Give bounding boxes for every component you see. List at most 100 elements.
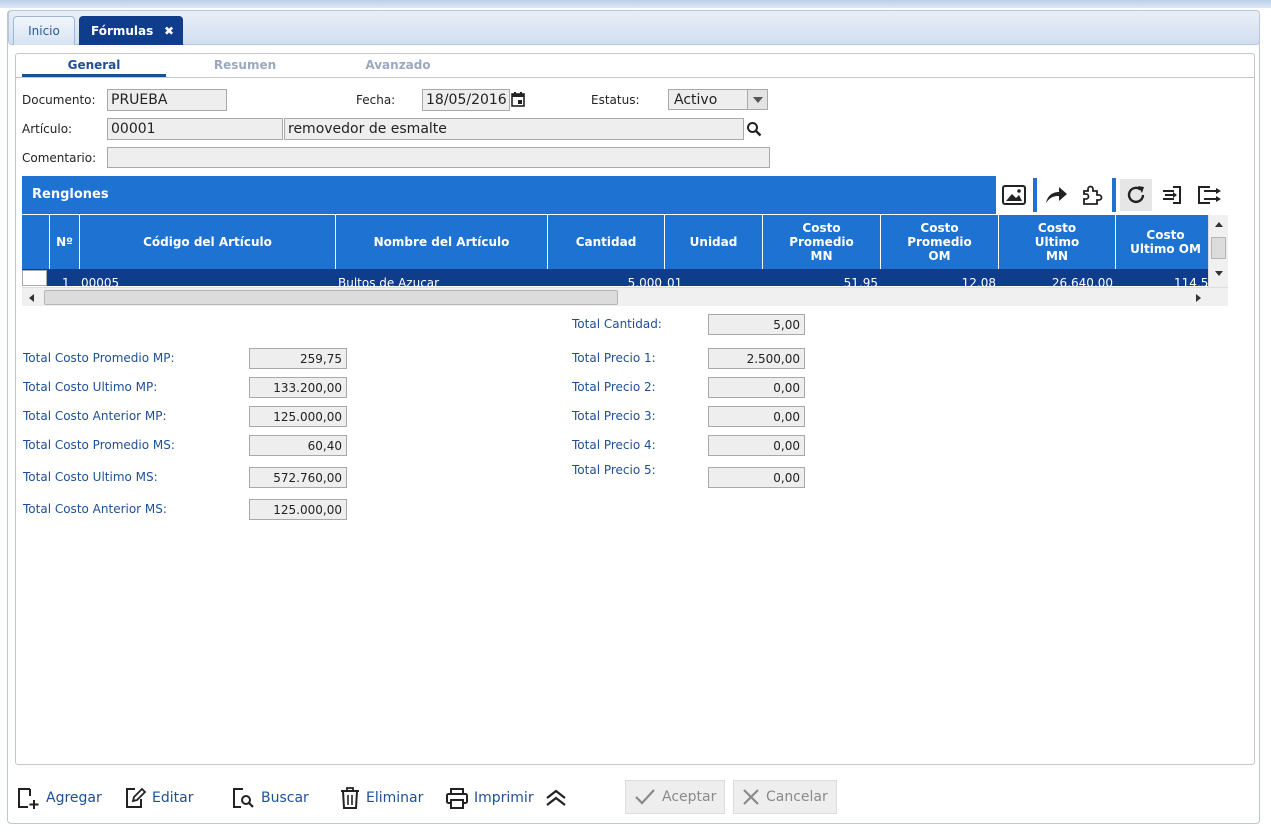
scroll-thumb[interactable] <box>1211 237 1226 259</box>
fecha-field[interactable]: 18/05/2016 <box>422 89 510 111</box>
aceptar-label: Aceptar <box>662 789 717 805</box>
trash-icon <box>341 787 359 809</box>
share-arrow-icon[interactable] <box>1040 179 1072 211</box>
agregar-label: Agregar <box>46 790 102 806</box>
collapse-button[interactable] <box>544 784 574 812</box>
col-header-costo-promedio-om[interactable]: Costo Promedio OM <box>881 215 999 269</box>
total-costo-anterior-ms-label: Total Costo Anterior MS: <box>23 502 167 516</box>
eliminar-label: Eliminar <box>366 790 424 806</box>
total-costo-promedio-ms-field: 60,40 <box>249 435 347 456</box>
col-header-codigo[interactable]: Código del Artículo <box>80 215 336 269</box>
subtab-avanzado[interactable]: Avanzado <box>326 58 470 72</box>
eliminar-button[interactable]: Eliminar <box>340 784 423 812</box>
double-chevron-up-icon <box>546 789 566 806</box>
cell-cantidad: 5,000 <box>627 276 662 286</box>
image-icon[interactable] <box>998 179 1030 211</box>
action-bar: Agregar Editar Buscar Eliminar Imprimir … <box>0 770 1271 830</box>
estatus-select[interactable]: Activo <box>668 89 768 110</box>
tab-inicio[interactable]: Inicio <box>13 16 75 45</box>
puzzle-icon[interactable] <box>1076 179 1108 211</box>
estatus-label: Estatus: <box>591 93 640 107</box>
col-header-no[interactable]: Nº <box>50 215 80 269</box>
total-precio-3-field: 0,00 <box>708 406 805 427</box>
printer-icon <box>446 788 468 809</box>
total-cantidad-label: Total Cantidad: <box>572 317 662 331</box>
total-precio-5-field: 0,00 <box>708 467 805 488</box>
total-costo-promedio-mp-label: Total Costo Promedio MP: <box>23 351 175 365</box>
comentario-label: Comentario: <box>22 151 97 165</box>
col-header-nombre[interactable]: Nombre del Artículo <box>336 215 548 269</box>
comentario-field[interactable] <box>107 147 770 168</box>
add-icon <box>18 788 39 809</box>
subtab-resumen[interactable]: Resumen <box>173 58 317 72</box>
tab-formulas-label: Fórmulas <box>91 24 154 38</box>
editar-button[interactable]: Editar <box>124 784 193 812</box>
total-costo-anterior-mp-label: Total Costo Anterior MP: <box>23 409 167 423</box>
grid-toolbar <box>996 176 1228 214</box>
articulo-label: Artículo: <box>22 122 73 136</box>
articulo-name-field[interactable]: removedor de esmalte <box>284 118 744 140</box>
grid-vertical-scrollbar[interactable] <box>1208 215 1228 287</box>
scroll-thumb[interactable] <box>44 290 618 305</box>
aceptar-button[interactable]: Aceptar <box>625 780 726 814</box>
scroll-up-icon[interactable] <box>1214 220 1224 228</box>
close-icon <box>743 789 759 805</box>
tab-formulas[interactable]: Fórmulas ✖ <box>79 16 183 45</box>
scroll-down-icon[interactable] <box>1214 270 1224 278</box>
col-header-costo-promedio-mn[interactable]: Costo Promedio MN <box>763 215 881 269</box>
total-costo-ultimo-mp-label: Total Costo Ultimo MP: <box>23 380 158 394</box>
documento-field[interactable]: PRUEBA <box>107 89 227 111</box>
table-row[interactable]: 1 00005 Bultos de Azucar 5,000 01 51,95 … <box>22 269 1208 286</box>
total-costo-ultimo-ms-field: 572.760,00 <box>249 467 347 488</box>
buscar-button[interactable]: Buscar <box>231 784 309 812</box>
cell-no: 1 <box>62 276 70 286</box>
subtab-bar: General Resumen Avanzado <box>16 54 1254 78</box>
imprimir-button[interactable]: Imprimir <box>446 784 534 812</box>
total-precio-4-label: Total Precio 4: <box>572 438 656 452</box>
col-header-cantidad[interactable]: Cantidad <box>548 215 665 269</box>
search-document-icon <box>233 788 254 808</box>
renglones-header: Renglones <box>22 176 996 214</box>
col-header-costo-ultimo-om[interactable]: Costo Ultimo OM <box>1116 215 1208 269</box>
cell-costo-promedio-mn: 51,95 <box>843 276 878 286</box>
grid-header: Nº Código del Artículo Nombre del Artícu… <box>22 215 1208 269</box>
check-icon <box>635 789 655 805</box>
window-top-strip <box>0 0 1271 8</box>
cancelar-button[interactable]: Cancelar <box>733 780 837 814</box>
cell-codigo: 00005 <box>81 276 120 286</box>
cell-nombre: Bultos de Azucar <box>338 276 440 286</box>
total-costo-anterior-ms-field: 125.000,00 <box>249 499 347 520</box>
total-costo-promedio-mp-field: 259,75 <box>249 348 347 369</box>
total-costo-anterior-mp-field: 125.000,00 <box>249 406 347 427</box>
total-precio-1-field: 2.500,00 <box>708 348 805 369</box>
imprimir-label: Imprimir <box>474 790 534 806</box>
calendar-icon[interactable] <box>511 92 525 111</box>
fecha-label: Fecha: <box>356 93 396 107</box>
total-costo-ultimo-ms-label: Total Costo Ultimo MS: <box>23 470 158 484</box>
col-header-costo-ultimo-mn[interactable]: Costo Ultimo MN <box>999 215 1116 269</box>
col-header-unidad[interactable]: Unidad <box>665 215 763 269</box>
grid-horizontal-scrollbar[interactable] <box>22 287 1228 306</box>
import-icon[interactable] <box>1156 179 1188 211</box>
close-icon[interactable]: ✖ <box>164 17 174 45</box>
cell-costo-ultimo-om: 114,55 <box>1174 276 1208 286</box>
grid-header-select <box>22 215 50 269</box>
agregar-button[interactable]: Agregar <box>16 784 102 812</box>
scroll-right-icon[interactable] <box>1195 293 1203 303</box>
toolbar-separator <box>1112 178 1116 212</box>
total-precio-3-label: Total Precio 3: <box>572 409 656 423</box>
articulo-code-field[interactable]: 00001 <box>107 118 283 140</box>
subtab-active-indicator <box>22 74 166 77</box>
search-icon[interactable] <box>746 121 762 141</box>
total-costo-ultimo-mp-field: 133.200,00 <box>249 377 347 398</box>
subtab-general[interactable]: General <box>22 58 166 72</box>
refresh-icon[interactable] <box>1120 179 1152 211</box>
total-costo-promedio-ms-label: Total Costo Promedio MS: <box>23 438 175 452</box>
scroll-left-icon[interactable] <box>27 293 35 303</box>
row-select-checkbox[interactable] <box>22 270 47 286</box>
chevron-down-icon[interactable] <box>747 90 767 109</box>
cell-costo-ultimo-mn: 26.640,00 <box>1051 276 1113 286</box>
cancelar-label: Cancelar <box>766 789 828 805</box>
total-precio-2-label: Total Precio 2: <box>572 380 656 394</box>
export-icon[interactable] <box>1193 179 1225 211</box>
